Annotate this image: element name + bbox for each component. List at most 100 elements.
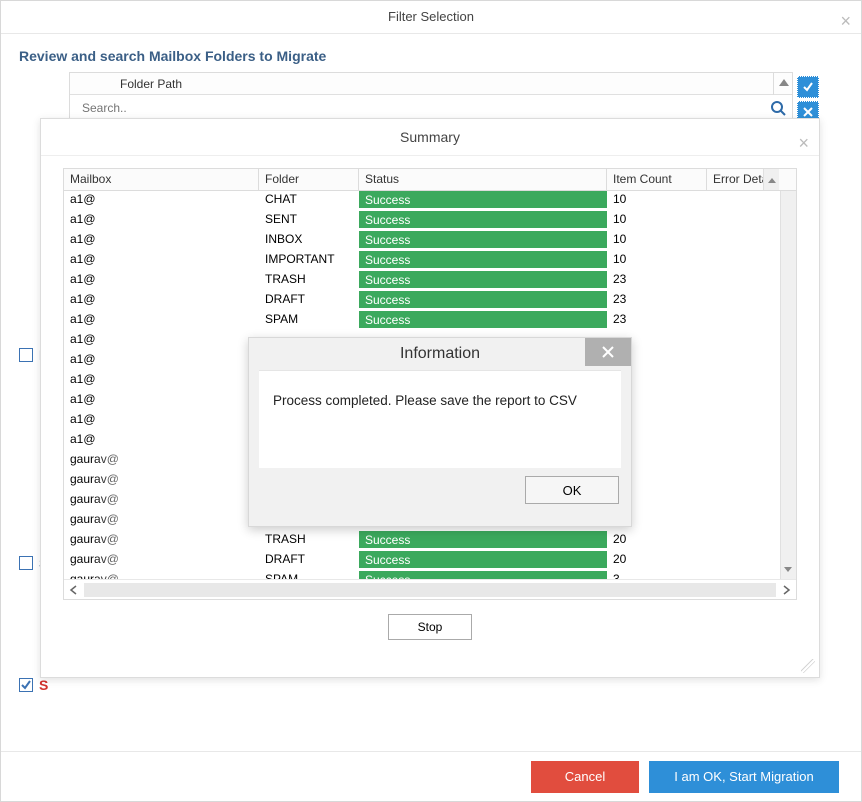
cell-status: Success — [359, 211, 607, 231]
cell-folder: SPAM — [259, 571, 359, 579]
checkbox-icon[interactable] — [19, 348, 33, 362]
status-badge: Success — [359, 251, 607, 269]
cell-error-details — [707, 531, 763, 551]
info-title: Information — [400, 345, 480, 363]
column-header-error-details[interactable]: Error Details — [707, 169, 763, 190]
cell-mailbox: a1@ — [64, 311, 259, 331]
column-header-item-count[interactable]: Item Count — [607, 169, 707, 190]
cell-item-count: 20 — [607, 551, 707, 571]
cell-status: Success — [359, 251, 607, 271]
dialog-title-bar: Filter Selection × — [1, 1, 861, 33]
cell-mailbox: a1@ — [64, 391, 259, 411]
dialog-footer: Cancel I am OK, Start Migration — [1, 751, 861, 801]
cell-mailbox: gaurav@ — [64, 491, 259, 511]
cell-mailbox: a1@ — [64, 191, 259, 211]
cell-error-details — [707, 391, 763, 411]
info-footer: OK — [249, 468, 631, 504]
table-row[interactable]: a1@IMPORTANTSuccess10 — [64, 251, 796, 271]
folder-path-panel: Folder Path — [69, 72, 793, 122]
checkbox-checked-icon[interactable] — [19, 678, 33, 692]
close-button[interactable] — [585, 338, 631, 366]
cell-mailbox: a1@ — [64, 271, 259, 291]
vertical-scrollbar[interactable] — [780, 191, 796, 579]
status-badge: Success — [359, 271, 607, 289]
status-badge: Success — [359, 211, 607, 229]
cell-folder: TRASH — [259, 271, 359, 291]
information-popup: Information Process completed. Please sa… — [248, 337, 632, 527]
search-input[interactable] — [78, 97, 770, 119]
cell-item-count: 10 — [607, 191, 707, 211]
cell-mailbox: a1@ — [64, 411, 259, 431]
cell-error-details — [707, 371, 763, 391]
cell-error-details — [707, 311, 763, 331]
column-header-mailbox[interactable]: Mailbox — [64, 169, 259, 190]
cell-folder: DRAFT — [259, 291, 359, 311]
cell-item-count: 23 — [607, 311, 707, 331]
summary-title-bar: Summary × — [41, 119, 819, 155]
cell-folder: TRASH — [259, 531, 359, 551]
cell-mailbox: gaurav@ — [64, 511, 259, 531]
cell-folder: INBOX — [259, 231, 359, 251]
scroll-right-icon[interactable] — [776, 580, 796, 600]
cell-error-details — [707, 471, 763, 491]
column-header-folder[interactable]: Folder — [259, 169, 359, 190]
cell-error-details — [707, 331, 763, 351]
status-badge: Success — [359, 571, 607, 579]
table-row[interactable]: a1@SPAMSuccess23 — [64, 311, 796, 331]
cell-error-details — [707, 251, 763, 271]
cell-mailbox: gaurav@ — [64, 531, 259, 551]
table-row[interactable]: a1@CHATSuccess10 — [64, 191, 796, 211]
cell-status: Success — [359, 531, 607, 551]
cell-item-count: 10 — [607, 231, 707, 251]
cell-error-details — [707, 271, 763, 291]
cell-mailbox: a1@ — [64, 371, 259, 391]
stop-button[interactable]: Stop — [388, 614, 472, 640]
cell-mailbox: a1@ — [64, 431, 259, 451]
folder-path-header-label: Folder Path — [120, 77, 182, 91]
sort-ascending-icon[interactable] — [779, 79, 789, 86]
cancel-button[interactable]: Cancel — [531, 761, 639, 793]
scroll-left-icon[interactable] — [64, 580, 84, 600]
status-badge: Success — [359, 231, 607, 249]
cell-mailbox: a1@ — [64, 351, 259, 371]
cell-error-details — [707, 491, 763, 511]
table-row[interactable]: a1@DRAFTSuccess23 — [64, 291, 796, 311]
select-all-button[interactable] — [797, 76, 819, 98]
cell-error-details — [707, 351, 763, 371]
table-row[interactable]: gaurav@DRAFTSuccess20 — [64, 551, 796, 571]
cell-folder: DRAFT — [259, 551, 359, 571]
cell-status: Success — [359, 551, 607, 571]
table-row[interactable]: gaurav@TRASHSuccess20 — [64, 531, 796, 551]
status-badge: Success — [359, 311, 607, 329]
scrollbar-track[interactable] — [84, 583, 776, 597]
table-row[interactable]: a1@INBOXSuccess10 — [64, 231, 796, 251]
table-row[interactable]: a1@SENTSuccess10 — [64, 211, 796, 231]
cell-item-count: 23 — [607, 291, 707, 311]
cell-error-details — [707, 231, 763, 251]
cell-error-details — [707, 211, 763, 231]
cell-error-details — [707, 511, 763, 531]
scroll-down-icon[interactable] — [780, 559, 796, 579]
table-row[interactable]: a1@TRASHSuccess23 — [64, 271, 796, 291]
checkbox-icon[interactable] — [19, 556, 33, 570]
close-icon[interactable]: × — [798, 125, 809, 161]
divider — [41, 155, 819, 156]
search-icon[interactable] — [770, 100, 786, 116]
cell-mailbox: gaurav@ — [64, 451, 259, 471]
dialog-title: Filter Selection — [388, 9, 474, 24]
info-message: Process completed. Please save the repor… — [259, 370, 621, 468]
resize-grip-icon[interactable] — [801, 659, 815, 673]
cell-mailbox: a1@ — [64, 211, 259, 231]
folder-path-header[interactable]: Folder Path — [70, 73, 792, 95]
horizontal-scrollbar[interactable] — [64, 579, 796, 599]
start-migration-button[interactable]: I am OK, Start Migration — [649, 761, 839, 793]
cell-item-count: 10 — [607, 211, 707, 231]
cell-status: Success — [359, 311, 607, 331]
cell-mailbox: a1@ — [64, 251, 259, 271]
cell-folder: SENT — [259, 211, 359, 231]
cell-status: Success — [359, 191, 607, 211]
column-header-status[interactable]: Status — [359, 169, 607, 190]
table-row[interactable]: gaurav@SPAMSuccess3 — [64, 571, 796, 579]
ok-button[interactable]: OK — [525, 476, 619, 504]
close-icon[interactable]: × — [840, 5, 851, 37]
